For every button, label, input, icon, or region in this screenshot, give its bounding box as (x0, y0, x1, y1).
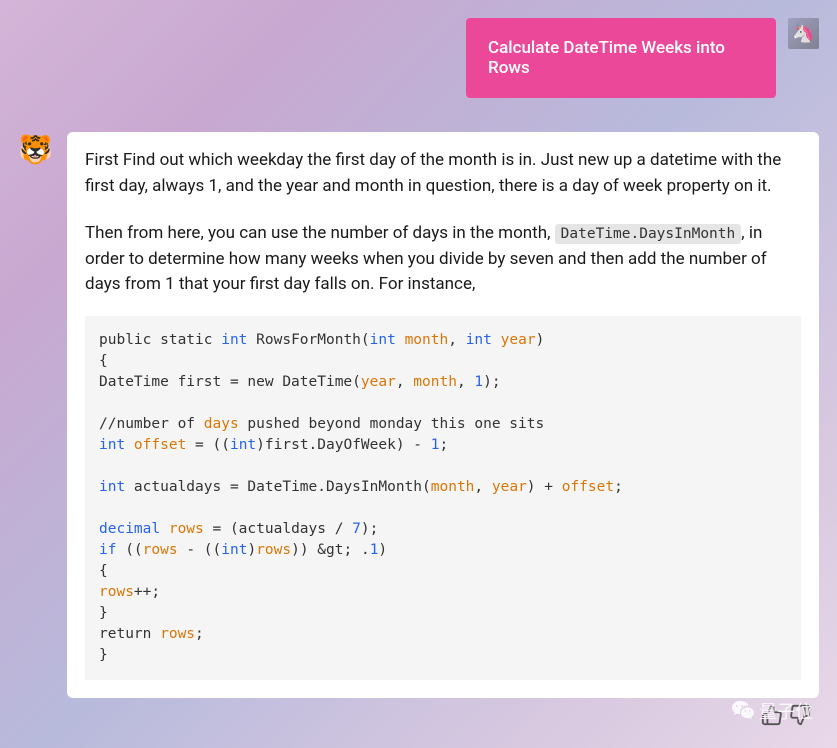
bot-paragraph-1: First Find out which weekday the first d… (85, 148, 801, 199)
bot-message-bubble: First Find out which weekday the first d… (67, 132, 819, 698)
inline-code: DateTime.DaysInMonth (555, 224, 742, 244)
bot-avatar[interactable]: 🐯 (18, 132, 53, 167)
bot-avatar-emoji: 🐯 (18, 133, 53, 166)
watermark-text: 量子位 (759, 698, 813, 724)
user-avatar-emoji: 🦄 (792, 23, 814, 44)
watermark: 量子位 (731, 698, 813, 724)
user-avatar[interactable]: 🦄 (788, 18, 819, 49)
user-message-row: Calculate DateTime Weeks into Rows 🦄 (18, 18, 819, 98)
user-message-bubble: Calculate DateTime Weeks into Rows (466, 18, 776, 98)
bot-message-row: 🐯 First Find out which weekday the first… (18, 132, 819, 698)
user-message-text: Calculate DateTime Weeks into Rows (488, 38, 725, 78)
bot-paragraph-2: Then from here, you can use the number o… (85, 221, 801, 298)
code-block[interactable]: public static int RowsForMonth(int month… (85, 316, 801, 680)
wechat-icon (731, 699, 755, 723)
